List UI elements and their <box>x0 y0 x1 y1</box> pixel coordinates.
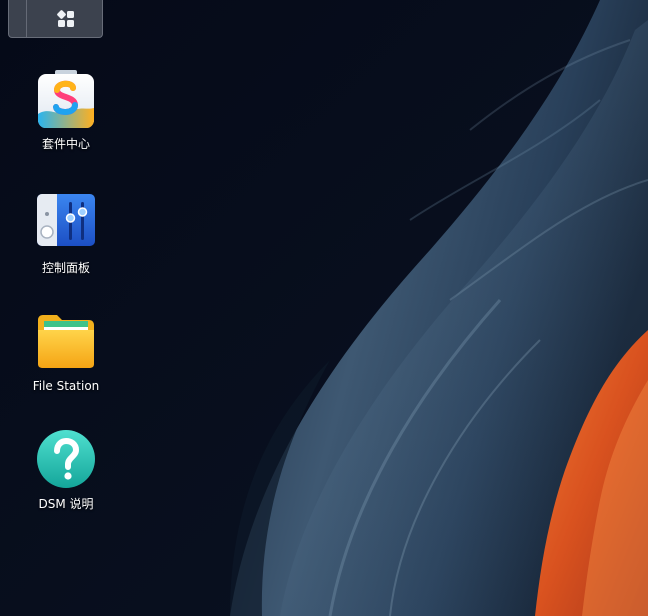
desktop: 套件中心 控制面板 File Station DSM 说明 <box>0 0 648 616</box>
taskbar <box>8 0 103 38</box>
desktop-icon-control-panel[interactable]: 控制面板 <box>21 192 111 276</box>
file-station-folder-icon <box>38 315 94 368</box>
desktop-icon-label: File Station <box>32 379 100 393</box>
desktop-icon-label: DSM 说明 <box>38 497 94 511</box>
control-panel-icon <box>37 194 95 246</box>
desktop-icon-dsm-help[interactable]: DSM 说明 <box>21 428 111 512</box>
package-center-icon <box>38 70 94 128</box>
desktop-icon-label: 套件中心 <box>41 137 90 151</box>
desktop-icon-package-center[interactable]: 套件中心 <box>21 68 111 152</box>
main-menu-grid-icon <box>56 9 74 27</box>
desktop-icon-file-station[interactable]: File Station <box>21 310 111 394</box>
desktop-icon-label: 控制面板 <box>41 261 90 275</box>
main-menu-button[interactable] <box>26 0 104 37</box>
dsm-help-icon <box>37 430 95 488</box>
